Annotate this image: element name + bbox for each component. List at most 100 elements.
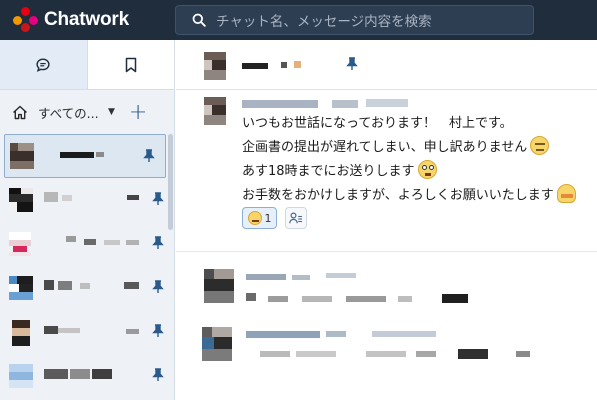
room-name-blur [62, 195, 72, 201]
bookmark-icon [125, 57, 136, 72]
sender-avatar [204, 97, 226, 125]
add-reaction-icon [289, 212, 302, 224]
message-text-blur [296, 351, 336, 357]
room-unread [126, 329, 139, 334]
pin-icon[interactable] [152, 280, 164, 294]
message-text-blur [442, 294, 468, 303]
room-avatar [9, 232, 31, 256]
add-reaction-button[interactable] [285, 207, 307, 229]
tab-bookmarks[interactable] [87, 40, 174, 89]
timestamp [366, 99, 408, 107]
chat-room-avatar [204, 52, 226, 80]
pin-icon[interactable] [152, 368, 164, 382]
room-name-blur [58, 328, 80, 333]
smile-emoji-icon [247, 211, 262, 225]
message-text-blur [302, 296, 332, 302]
top-bar: Chatwork チャット名、メッセージ内容を検索 [0, 0, 597, 40]
message-line-with-emoji: 企画書の提出が遅れてしまい、申し訳ありません [242, 136, 592, 160]
home-icon[interactable] [12, 105, 28, 120]
pin-icon[interactable] [143, 149, 155, 163]
chatwork-logo-icon [13, 7, 39, 33]
room-name [66, 236, 76, 242]
tab-chat-list[interactable] [0, 40, 88, 89]
room-filter-row: すべての... ▼ + [0, 90, 174, 134]
bow-emoji-icon [556, 184, 576, 203]
room-name [44, 192, 58, 202]
room-item[interactable] [4, 134, 166, 178]
room-filter-dropdown[interactable]: すべての... [38, 103, 102, 122]
room-name-blur [80, 283, 90, 289]
message-text-blur [260, 351, 290, 357]
chat-room-name [242, 63, 268, 69]
chat-bubble-icon [36, 57, 50, 72]
app-name: Chatwork [44, 9, 129, 30]
message-text-blur [268, 296, 288, 302]
room-item[interactable] [0, 310, 174, 354]
room-name [44, 369, 68, 379]
room-unread [124, 282, 139, 289]
search-input[interactable]: チャット名、メッセージ内容を検索 [216, 10, 432, 30]
search-box[interactable]: チャット名、メッセージ内容を検索 [175, 5, 534, 35]
room-item[interactable] [0, 222, 174, 266]
room-item[interactable] [0, 178, 174, 222]
room-name-blur [92, 369, 112, 379]
room-avatar [12, 320, 30, 346]
room-name-blur [70, 369, 90, 379]
pin-icon[interactable] [346, 57, 358, 71]
search-icon [192, 13, 206, 27]
message-text-blur [398, 296, 412, 302]
sender-org [292, 275, 310, 280]
message-line: あす18時までにお送りします [242, 164, 415, 179]
room-name-blur [58, 281, 72, 290]
message-timeline: いつもお世話になっております！ 村上です。 企画書の提出が遅れてしまい、申し訳あ… [176, 91, 597, 400]
chevron-down-icon[interactable]: ▼ [108, 107, 115, 117]
room-item[interactable] [0, 354, 174, 398]
chatwork-app: Chatwork チャット名、メッセージ内容を検索 すべての... ▼ + いつ… [0, 0, 597, 400]
timestamp [372, 331, 436, 337]
message-text-blur [366, 351, 406, 357]
sender-avatar [202, 327, 232, 361]
sender-org [326, 331, 346, 337]
reaction-badge[interactable]: 1 [242, 207, 277, 229]
room-avatar [10, 143, 34, 169]
message-body: いつもお世話になっております！ 村上です。 企画書の提出が遅れてしまい、申し訳あ… [242, 112, 592, 208]
room-name-blur [104, 240, 120, 245]
sidebar-scrollbar[interactable] [168, 134, 173, 230]
sidebar-tabs [0, 40, 174, 90]
add-room-button[interactable]: + [129, 100, 147, 125]
room-avatar [9, 188, 33, 212]
message-text-blur [416, 351, 436, 357]
sender-name [246, 274, 286, 280]
sidebar: すべての... ▼ + [0, 40, 175, 400]
sender-name [242, 100, 318, 108]
sender-name [246, 331, 320, 338]
message-line: いつもお世話になっております！ 村上です。 [242, 116, 513, 131]
reaction-count: 1 [264, 211, 272, 225]
chat-room-name-blur [294, 61, 301, 68]
message-text-blur [346, 296, 386, 302]
message-text-blur [516, 351, 530, 357]
pin-icon[interactable] [152, 236, 164, 250]
room-name [44, 326, 58, 334]
sender-org [332, 100, 358, 108]
app-logo[interactable]: Chatwork [13, 7, 175, 33]
room-name [60, 152, 94, 158]
message-text-blur [246, 293, 256, 301]
room-unread [127, 195, 139, 200]
chat-room-name-blur [281, 62, 287, 68]
room-item[interactable] [0, 266, 174, 310]
sweat-emoji-icon [530, 136, 550, 155]
sender-avatar [204, 269, 234, 303]
room-avatar [9, 364, 33, 388]
room-avatar [9, 276, 33, 300]
message-line-with-emoji: あす18時までにお送りします [242, 160, 592, 184]
message-text-blur [458, 349, 488, 359]
pin-icon[interactable] [152, 324, 164, 338]
message-line-with-emoji: お手数をおかけしますが、よろしくお願いいたします [242, 184, 592, 208]
room-unread [126, 240, 139, 245]
room-name-blur [84, 239, 96, 245]
message-divider [176, 251, 597, 252]
message-line: 企画書の提出が遅れてしまい、申し訳ありません [242, 140, 528, 155]
timestamp [326, 273, 356, 278]
pin-icon[interactable] [152, 192, 164, 206]
